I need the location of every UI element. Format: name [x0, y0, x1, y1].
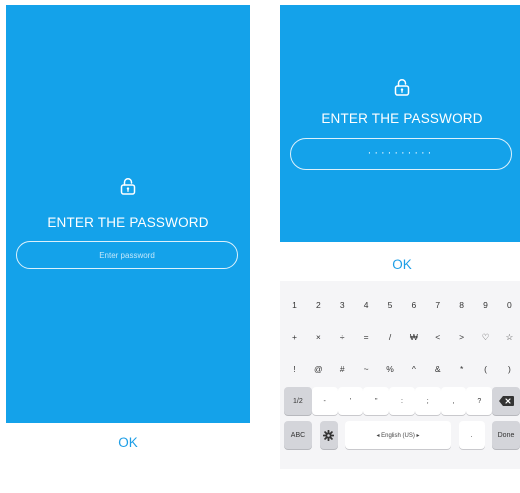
key[interactable]: ! — [284, 355, 305, 383]
symbol-keyboard: 1 2 3 4 5 6 7 8 9 0 + × ÷ = / ₩ < > ♡ ☆ … — [280, 281, 520, 469]
key[interactable]: % — [380, 355, 401, 383]
key[interactable]: ♡ — [475, 323, 496, 351]
keyboard-row-bottom: ABC ◂ English (US) ▸ . Done — [284, 421, 520, 449]
key[interactable]: ( — [475, 355, 496, 383]
key[interactable]: ₩ — [403, 323, 424, 351]
key[interactable]: ? — [466, 387, 493, 415]
key[interactable]: 4 — [356, 291, 377, 319]
key[interactable]: 3 — [332, 291, 353, 319]
key[interactable]: 2 — [308, 291, 329, 319]
keyboard-row-symbols-3: 1/2 - ' " : ; , ? — [284, 387, 520, 415]
key[interactable]: # — [332, 355, 353, 383]
abc-key[interactable]: ABC — [284, 421, 312, 449]
key[interactable]: " — [363, 387, 390, 415]
page-title: ENTER THE PASSWORD — [321, 111, 483, 126]
keyboard-row-symbols-2: ! @ # ~ % ^ & * ( ) — [284, 355, 520, 383]
password-input[interactable] — [16, 241, 238, 269]
key[interactable]: ) — [499, 355, 520, 383]
page-title: ENTER THE PASSWORD — [47, 215, 209, 230]
key[interactable]: 8 — [451, 291, 472, 319]
password-dots: ·········· — [367, 147, 435, 159]
keyboard-row-symbols-1: + × ÷ = / ₩ < > ♡ ☆ — [284, 323, 520, 351]
password-screen-typing: ENTER THE PASSWORD ·········· OK 1 2 3 4… — [280, 5, 520, 469]
key[interactable]: 0 — [499, 291, 520, 319]
key[interactable]: + — [284, 323, 305, 351]
key[interactable]: ~ — [356, 355, 377, 383]
password-screen-empty: ENTER THE PASSWORD OK — [6, 5, 250, 469]
backspace-icon — [498, 396, 514, 406]
key[interactable]: ÷ — [332, 323, 353, 351]
backspace-key[interactable] — [492, 387, 520, 415]
key[interactable]: , — [440, 387, 467, 415]
period-key[interactable]: . — [458, 421, 485, 449]
key[interactable]: / — [380, 323, 401, 351]
key[interactable]: 5 — [380, 291, 401, 319]
lock-icon — [120, 177, 136, 195]
key[interactable]: @ — [308, 355, 329, 383]
page-toggle-key[interactable]: 1/2 — [284, 387, 312, 415]
blue-background — [6, 5, 250, 423]
lock-icon — [394, 78, 410, 96]
ok-button[interactable]: OK — [280, 257, 520, 272]
key[interactable]: ; — [414, 387, 441, 415]
settings-key[interactable] — [319, 421, 338, 449]
key[interactable]: 6 — [403, 291, 424, 319]
done-key[interactable]: Done — [492, 421, 520, 449]
gear-icon — [323, 429, 334, 441]
password-input[interactable]: ·········· — [290, 138, 512, 170]
keyboard-row-numbers: 1 2 3 4 5 6 7 8 9 0 — [284, 291, 520, 319]
key[interactable]: ^ — [403, 355, 424, 383]
ok-button[interactable]: OK — [6, 435, 250, 450]
key[interactable]: = — [356, 323, 377, 351]
key[interactable]: < — [427, 323, 448, 351]
key[interactable]: 1 — [284, 291, 305, 319]
key[interactable]: > — [451, 323, 472, 351]
key[interactable]: × — [308, 323, 329, 351]
key[interactable]: 9 — [475, 291, 496, 319]
space-key[interactable]: ◂ English (US) ▸ — [345, 421, 451, 449]
key[interactable]: 7 — [427, 291, 448, 319]
key[interactable]: * — [451, 355, 472, 383]
key[interactable]: - — [311, 387, 338, 415]
key[interactable]: : — [389, 387, 415, 415]
key[interactable]: ' — [337, 387, 364, 415]
key[interactable]: ☆ — [499, 323, 520, 351]
key[interactable]: & — [427, 355, 448, 383]
